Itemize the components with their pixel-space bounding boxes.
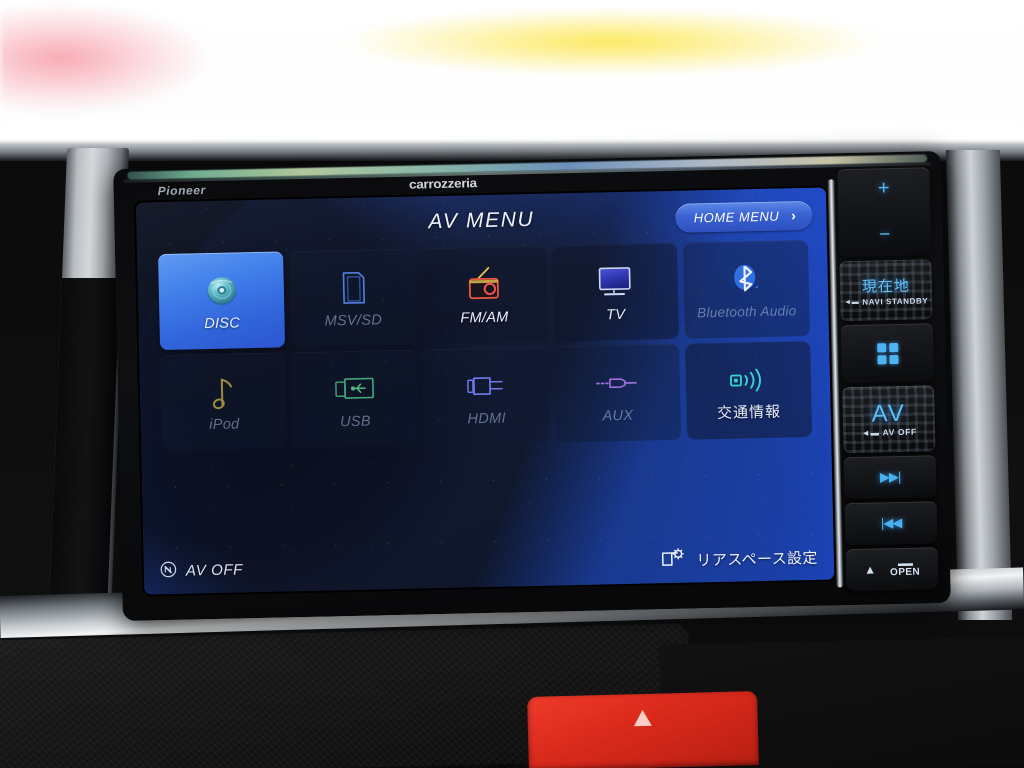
- tile-fm-am[interactable]: FM/AM: [420, 245, 548, 345]
- car-navigation-head-unit: Pioneer carrozzeria AV MENU HOME MENU ›: [113, 151, 951, 621]
- chevron-right-icon: ›: [790, 207, 797, 224]
- tile-label: HDMI: [467, 410, 506, 428]
- aux-jack-icon: [594, 362, 641, 405]
- tile-label: FM/AM: [460, 309, 509, 327]
- tile-ipod[interactable]: iPod: [160, 352, 288, 452]
- hazard-triangle-icon: [633, 709, 652, 727]
- av-off-button[interactable]: AV OFF: [160, 559, 243, 582]
- open-label-group: ▬▬ OPEN: [890, 559, 921, 579]
- volume-up-icon[interactable]: +: [878, 177, 890, 199]
- tile-label: 交通情報: [716, 403, 782, 422]
- hazard-light-button[interactable]: [527, 691, 759, 768]
- tile-label: USB: [339, 413, 372, 431]
- disc-icon: [201, 269, 242, 312]
- tile-msv-sd[interactable]: MSV/SD: [289, 248, 417, 348]
- menu-grid-button[interactable]: [840, 323, 934, 384]
- tile-disc[interactable]: DISC: [158, 251, 286, 351]
- left-trim-inner-shadow: [48, 278, 121, 628]
- rear-space-settings-button[interactable]: リアスペース設定: [660, 545, 818, 573]
- tile-label: TV: [605, 306, 626, 324]
- volume-down-icon[interactable]: −: [879, 224, 891, 245]
- av-source-grid: DISC MSV/SD FM/AM TV Bluetooth Audio iPo…: [158, 239, 813, 452]
- tile-label: iPod: [209, 416, 240, 433]
- tile-label: AUX: [602, 407, 634, 425]
- broadcast-icon: [726, 358, 771, 401]
- rear-screen-gear-icon: [660, 548, 687, 574]
- home-menu-label: HOME MENU: [693, 208, 780, 225]
- navi-standby-label: ◄▬ NAVI STANDBY: [844, 296, 928, 307]
- navi-jp-label: 現在地: [861, 277, 911, 296]
- rear-space-label: リアスペース設定: [696, 549, 819, 570]
- lcd-touchscreen[interactable]: AV MENU HOME MENU › DISC MSV/SD FM/AM TV…: [135, 187, 835, 595]
- sd-card-icon: [335, 266, 370, 309]
- next-track-icon: ▶▶|: [879, 468, 901, 485]
- previous-track-button[interactable]: |◀◀: [844, 501, 938, 546]
- tile-usb[interactable]: USB: [291, 349, 419, 449]
- no-av-icon: [160, 561, 177, 582]
- current-location-button[interactable]: 現在地 ◄▬ NAVI STANDBY: [839, 259, 933, 322]
- tile-traffic-info[interactable]: 交通情報: [684, 340, 813, 440]
- av-menu-screen: AV MENU HOME MENU › DISC MSV/SD FM/AM TV…: [136, 188, 834, 595]
- home-menu-button[interactable]: HOME MENU ›: [675, 200, 813, 233]
- previous-track-icon: |◀◀: [880, 514, 902, 531]
- tile-label: MSV/SD: [324, 312, 383, 330]
- usb-icon: [332, 367, 377, 410]
- tile-hdmi[interactable]: HDMI: [422, 346, 550, 446]
- arrow-left-icon: ◄▬: [861, 426, 880, 438]
- next-track-button[interactable]: ▶▶|: [843, 455, 937, 500]
- hardware-button-column: + − 現在地 ◄▬ NAVI STANDBY AV ◄▬ AV OFF ▶▶|…: [837, 167, 939, 592]
- hdmi-plug-icon: [464, 364, 509, 407]
- arrow-left-icon: ◄▬: [844, 298, 860, 306]
- radio-icon: [462, 263, 505, 306]
- tile-label: DISC: [204, 315, 241, 333]
- car-dashboard-scene: Pioneer carrozzeria AV MENU HOME MENU ›: [0, 0, 1024, 768]
- av-off-label: AV OFF: [185, 561, 244, 580]
- tile-bluetooth-audio[interactable]: Bluetooth Audio: [682, 239, 810, 339]
- carrozzeria-logo: carrozzeria: [408, 176, 477, 192]
- eject-icon: ▲: [864, 562, 877, 577]
- navi-standby-text: NAVI STANDBY: [862, 295, 929, 307]
- menu-grid-icon: [876, 342, 899, 364]
- tile-tv[interactable]: TV: [551, 242, 679, 342]
- av-off-sublabel: ◄▬ AV OFF: [861, 426, 916, 437]
- open-label: OPEN: [890, 566, 921, 579]
- volume-rocker-button[interactable]: + −: [837, 167, 932, 258]
- tv-icon: [593, 261, 636, 304]
- tile-label: Bluetooth Audio: [697, 303, 797, 321]
- tile-aux[interactable]: AUX: [553, 343, 682, 443]
- pioneer-logo: Pioneer: [157, 183, 207, 199]
- av-label: AV: [871, 399, 907, 428]
- music-note-icon: [208, 370, 239, 413]
- av-source-button[interactable]: AV ◄▬ AV OFF: [842, 385, 936, 454]
- av-off-sublabel-text: AV OFF: [882, 426, 917, 437]
- bluetooth-icon: [729, 258, 764, 301]
- eject-open-button[interactable]: ▲ ▬▬ OPEN: [845, 547, 939, 592]
